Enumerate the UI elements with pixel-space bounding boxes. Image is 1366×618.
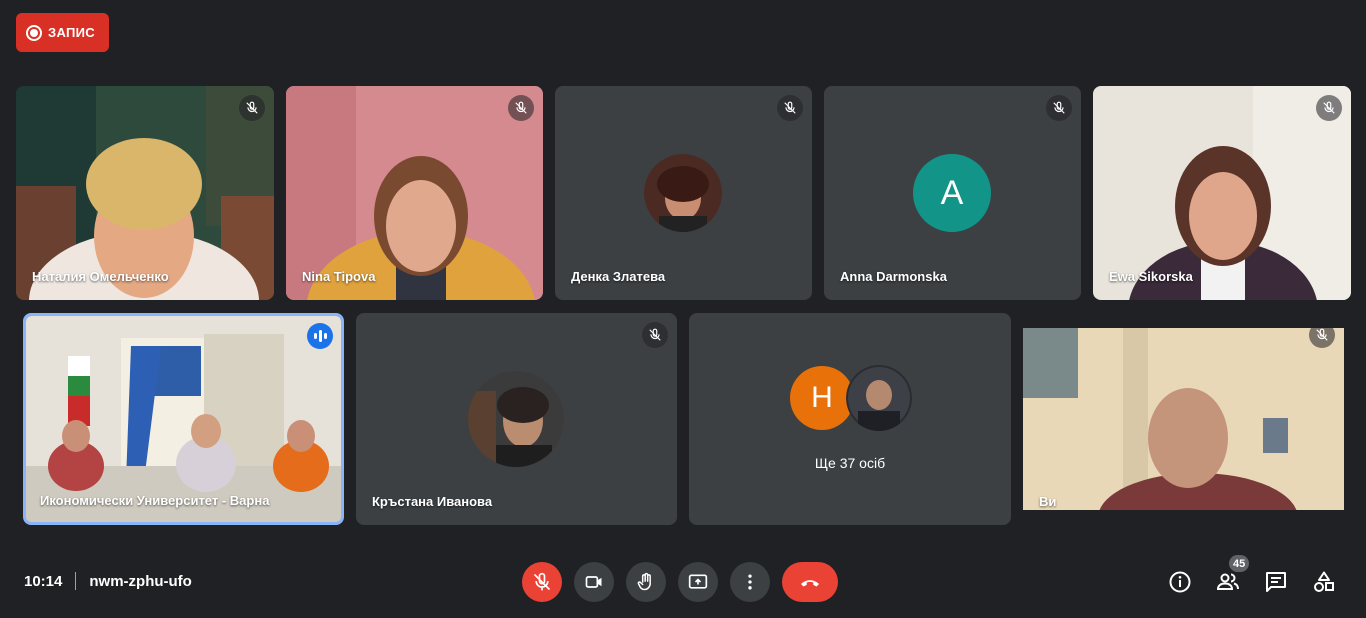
participant-name: Ви	[1039, 494, 1057, 509]
participant-tile-5[interactable]: Ewa Sikorska	[1093, 86, 1351, 300]
recording-label: ЗАПИС	[48, 25, 95, 40]
speaking-indicator-icon	[307, 323, 333, 349]
meeting-details-button[interactable]	[1166, 568, 1194, 596]
participant-name: Икономически Университет - Варна	[40, 493, 270, 508]
mic-muted-icon	[508, 95, 534, 121]
mic-off-icon	[533, 572, 551, 591]
show-everyone-button[interactable]	[1214, 568, 1242, 596]
activities-icon	[1314, 571, 1334, 592]
self-video	[1023, 328, 1344, 510]
info-icon	[1169, 571, 1191, 593]
participant-avatar: Н	[790, 366, 854, 430]
raise-hand-icon	[637, 572, 651, 591]
toggle-mic-button[interactable]	[522, 562, 562, 602]
record-icon	[26, 24, 42, 41]
chat-button[interactable]	[1262, 568, 1290, 596]
participant-video	[286, 86, 543, 300]
participant-tile-self[interactable]: Ви	[1023, 313, 1344, 525]
participant-video	[26, 316, 341, 522]
participant-tile-7[interactable]: Кръстана Иванова	[356, 313, 677, 525]
participant-tile-3[interactable]: Денка Златева	[555, 86, 812, 300]
participant-tile-4[interactable]: A Anna Darmonska	[824, 86, 1081, 300]
raise-hand-button[interactable]	[626, 562, 666, 602]
divider	[75, 572, 77, 590]
meeting-time: 10:14	[24, 572, 63, 590]
participant-name: Денка Златева	[571, 269, 666, 284]
participant-avatar	[644, 154, 722, 232]
end-call-icon	[801, 580, 819, 587]
mic-muted-icon	[642, 322, 668, 348]
present-screen-icon	[688, 574, 708, 589]
meeting-info: 10:14 nwm-zphu-ufo	[24, 572, 192, 590]
participant-name: Anna Darmonska	[840, 269, 947, 284]
more-participants-tile[interactable]: Н Ще 37 осіб	[689, 313, 1011, 525]
mic-muted-icon	[239, 95, 265, 121]
participant-tile-1[interactable]: Наталия Омельченко	[16, 86, 274, 300]
mic-muted-icon	[1046, 95, 1072, 121]
activities-button[interactable]	[1310, 568, 1338, 596]
participant-name: Nina Tipova	[302, 269, 376, 284]
present-screen-button[interactable]	[678, 562, 718, 602]
mic-muted-icon	[1316, 95, 1342, 121]
more-options-icon	[748, 574, 752, 590]
participant-tile-6-active-speaker[interactable]: Икономически Университет - Варна	[23, 313, 344, 525]
toggle-camera-button[interactable]	[574, 562, 614, 602]
participant-video	[1093, 86, 1351, 300]
participant-name: Кръстана Иванова	[372, 494, 493, 509]
meeting-code[interactable]: nwm-zphu-ufo	[89, 573, 191, 590]
participant-name: Наталия Омельченко	[32, 269, 169, 284]
mic-muted-icon	[777, 95, 803, 121]
participant-avatar	[846, 365, 912, 431]
mic-muted-icon	[1309, 322, 1335, 348]
chat-icon	[1266, 572, 1286, 592]
recording-badge[interactable]: ЗАПИС	[16, 13, 109, 52]
camera-icon	[585, 576, 602, 588]
participant-video	[16, 86, 274, 300]
participant-avatar	[468, 371, 564, 467]
people-icon	[1216, 573, 1239, 590]
leave-call-button[interactable]	[782, 562, 838, 602]
more-options-button[interactable]	[730, 562, 770, 602]
participant-name: Ewa Sikorska	[1109, 269, 1193, 284]
participant-count-badge: 45	[1229, 555, 1250, 572]
more-participants-label: Ще 37 осіб	[814, 455, 886, 471]
participant-tile-2[interactable]: Nina Tipova	[286, 86, 543, 300]
participant-avatar: A	[913, 154, 991, 232]
